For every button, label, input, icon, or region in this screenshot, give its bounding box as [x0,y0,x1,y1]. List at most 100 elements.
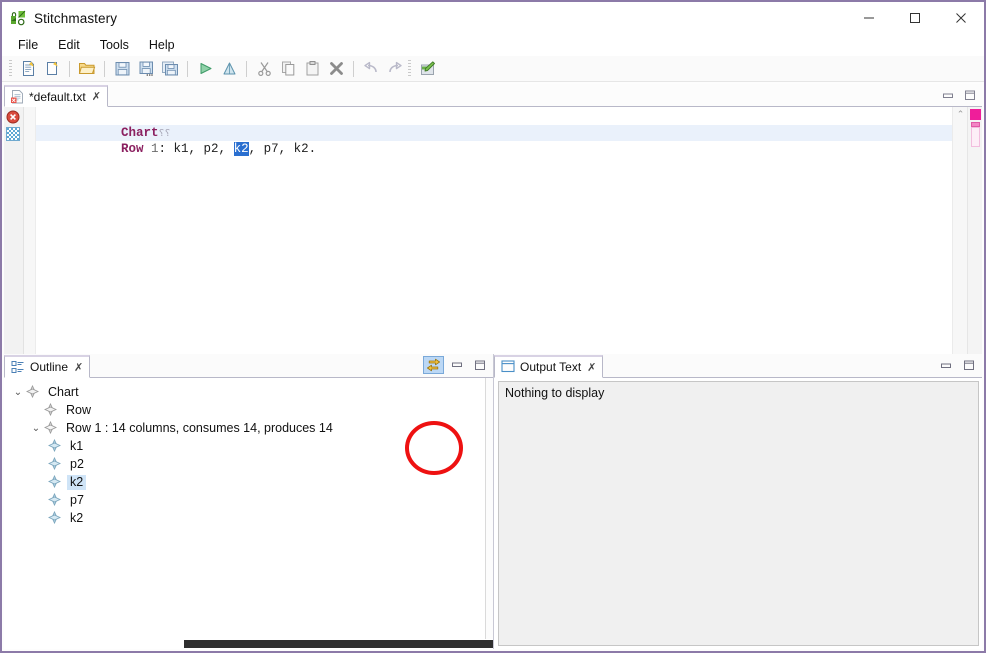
scroll-up-icon[interactable]: ⌃ [953,107,968,122]
link-with-editor-icon[interactable] [423,356,444,374]
code-token-selected[interactable]: k2 [233,142,249,156]
code-token-keyword: Chart [121,126,159,140]
editor-maximize-icon[interactable] [960,87,980,104]
undo-icon [360,58,382,80]
outline-horizontal-scrollbar[interactable] [4,639,493,649]
checkered-marker-icon[interactable] [5,127,22,143]
code-token-number: 1 [143,142,159,156]
cut-icon [253,58,275,80]
toolbar-separator [353,60,354,77]
outline-vertical-scrollbar[interactable] [485,378,493,649]
toolbar-gripper[interactable] [9,59,12,78]
editor-panel-controls [938,87,980,104]
toolbar-separator [246,60,247,77]
save-all-icon[interactable] [159,58,181,80]
chevron-down-icon[interactable]: ⌄ [10,387,26,398]
node-diamond-icon [26,385,40,399]
tree-item-label: p2 [70,456,84,471]
open-folder-icon[interactable] [76,58,98,80]
code-token-plain-2: , p7, k2. [248,142,317,156]
node-diamond-icon [48,493,62,507]
window-title: Stitchmastery [34,10,118,26]
editor-tab-label: *default.txt [29,89,86,104]
new-from-template-icon[interactable] [41,58,63,80]
tree-item-chart[interactable]: ⌄ Chart [4,383,493,401]
menu-help[interactable]: Help [141,36,185,54]
copy-icon [277,58,299,80]
output-text-tab[interactable]: Output Text ✗ [494,355,604,378]
toolbar-separator [69,60,70,77]
tree-item-row-1[interactable]: ⌄ Row 1 : 14 columns, consumes 14, produ… [4,419,493,437]
window-controls [846,2,984,34]
maximize-window-button[interactable] [892,3,938,33]
close-window-button[interactable] [938,3,984,33]
chart-up-icon[interactable] [218,58,240,80]
node-diamond-icon [44,403,58,417]
tree-item-label: k2 [67,474,87,490]
output-text-message: Nothing to display [505,386,605,400]
ruler-viewport-marker[interactable] [971,127,980,147]
save-as-icon[interactable] [135,58,157,80]
outline-minimize-icon[interactable] [447,357,467,374]
menu-tools[interactable]: Tools [92,36,139,54]
output-window-icon [501,360,515,374]
outline-tree-body[interactable]: ⌄ Chart Row ⌄ Row 1: 14 columns, consum… [4,378,493,649]
run-icon[interactable] [194,58,216,80]
tree-item-label: p7 [70,492,84,507]
editor-tab-row: *default.txt ✗ [4,84,982,107]
toolbar-gripper-2[interactable] [408,59,411,78]
outline-maximize-icon[interactable] [470,357,490,374]
outline-tab-close-icon[interactable]: ✗ [74,361,83,374]
editor-tab-close-icon[interactable]: ✗ [92,90,101,103]
bottom-panel-container: Outline ✗ ⌄ Chart Row ⌄ Row 1: 14 colum… [4,354,982,649]
title-bar: Stitchmastery [2,2,984,34]
error-icon[interactable] [6,110,22,126]
code-line-2[interactable]: Row 1: k1, p2, k2, p7, k2. [36,125,952,156]
output-tab-label: Output Text [520,360,582,374]
tree-item-p2[interactable]: p2 [4,455,493,473]
text-file-icon [10,89,25,104]
tree-item-label: k2 [70,510,84,525]
code-token-plain: : k1, p2, [158,142,234,156]
main-toolbar [2,56,984,82]
redo-icon [384,58,406,80]
output-text-content[interactable]: Nothing to display [498,381,979,646]
menu-bar: File Edit Tools Help [2,34,984,56]
tree-item-row[interactable]: Row [4,401,493,419]
tree-item-k1[interactable]: k1 [4,437,493,455]
editor-tab-default-txt[interactable]: *default.txt ✗ [4,85,108,107]
code-token-marker: ⸮⸮ [158,129,171,140]
tree-item-k2-selected[interactable]: k2 [4,473,493,491]
output-maximize-icon[interactable] [959,357,979,374]
save-icon[interactable] [111,58,133,80]
tree-item-label: Chart [48,384,79,399]
outline-hscroll-thumb[interactable] [184,640,493,648]
edit-chart-icon[interactable] [416,58,438,80]
outline-icon [11,360,25,374]
output-minimize-icon[interactable] [936,357,956,374]
node-diamond-icon [48,439,62,453]
node-diamond-icon [48,457,62,471]
paste-icon [301,58,323,80]
application-window: Stitchmastery File Edit Tools Help *defa… [0,0,986,653]
tree-item-p7[interactable]: p7 [4,491,493,509]
chevron-down-icon[interactable]: ⌄ [28,423,44,434]
outline-tab[interactable]: Outline ✗ [4,355,91,378]
new-file-icon[interactable] [17,58,39,80]
output-tab-close-icon[interactable]: ✗ [587,361,596,374]
menu-file[interactable]: File [10,36,48,54]
toolbar-separator [104,60,105,77]
editor-minimize-icon[interactable] [938,87,958,104]
tree-item-label: Row 1 : 14 columns, consumes 14, produce… [66,420,333,435]
code-line-1[interactable]: Chart⸮⸮ [36,109,952,140]
menu-edit[interactable]: Edit [50,36,90,54]
delete-icon [325,58,347,80]
node-diamond-icon [44,421,58,435]
tree-item-k2-last[interactable]: k2 [4,509,493,527]
outline-tab-label: Outline [30,360,69,374]
toolbar-separator [187,60,188,77]
minimize-window-button[interactable] [846,3,892,33]
output-panel-controls [936,357,979,374]
ruler-error-marker[interactable] [970,109,981,120]
tree-item-label: Row [66,402,92,417]
